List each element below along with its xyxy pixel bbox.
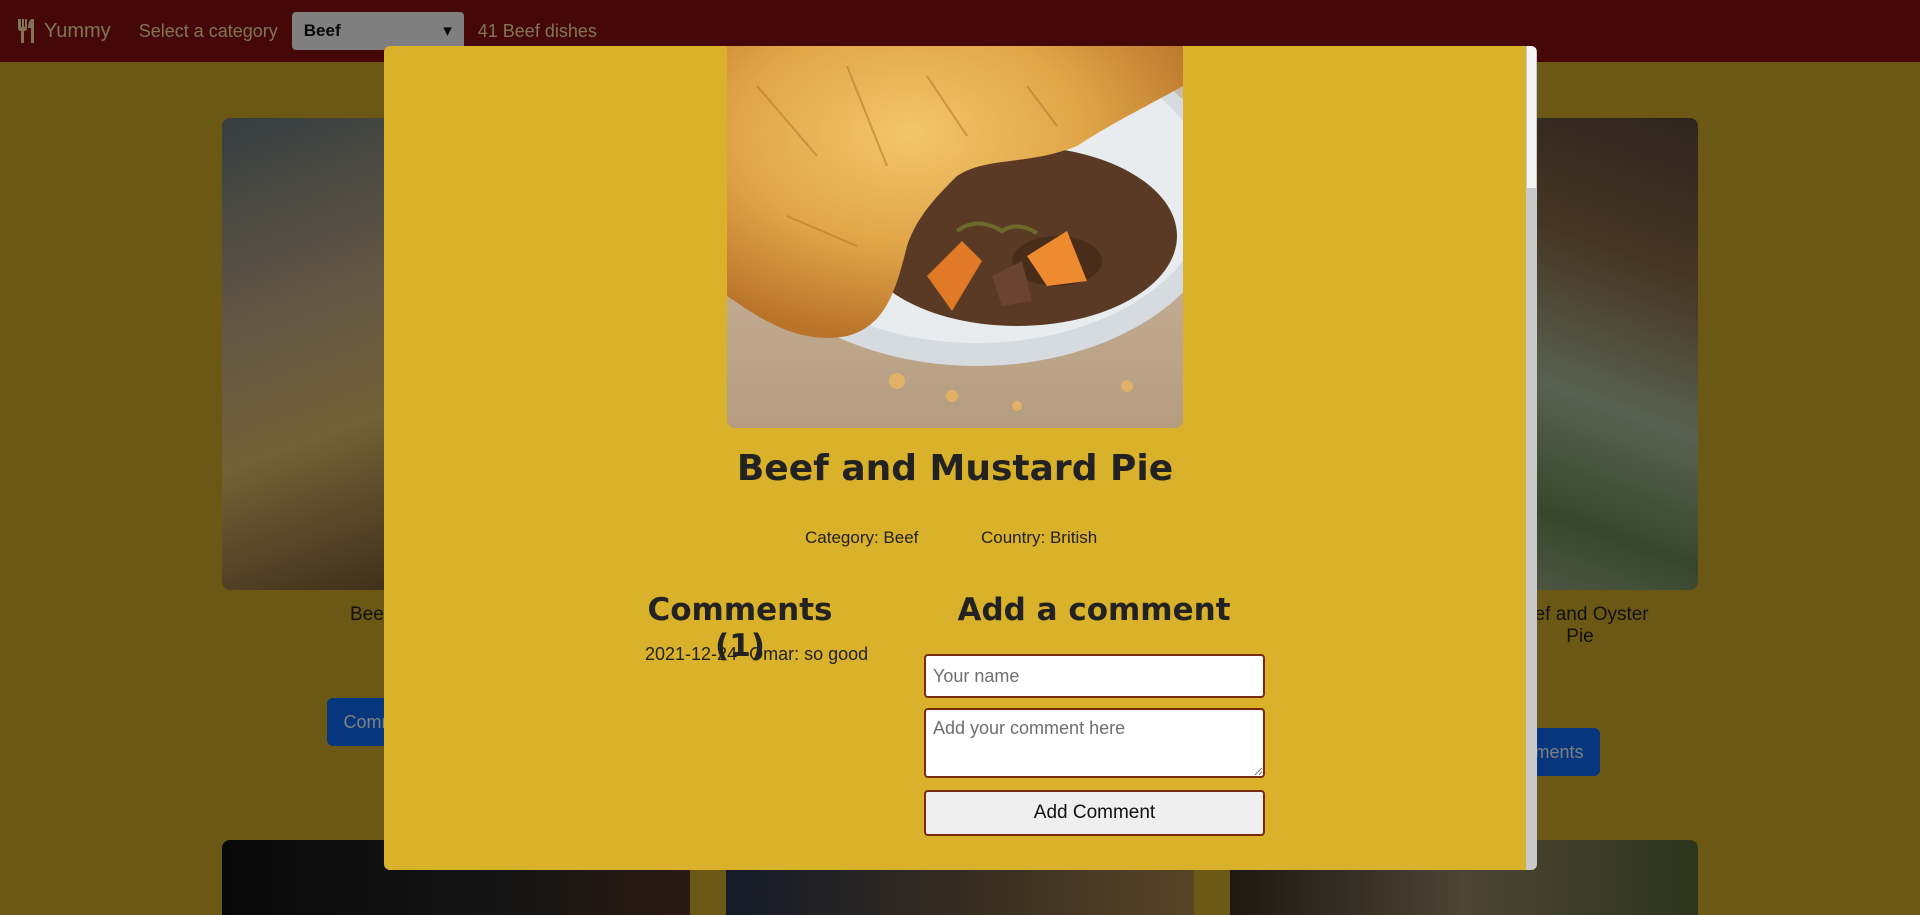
add-comment-button[interactable]: Add Comment: [924, 790, 1265, 836]
meal-title: Beef and Mustard Pie: [736, 448, 1174, 489]
comment-date: 2021-12-24: [645, 644, 738, 664]
comment-text: Omar: so good: [749, 644, 869, 664]
meal-country: Country: British: [981, 528, 1098, 547]
scrollbar-thumb[interactable]: [1527, 46, 1536, 188]
comment-textarea[interactable]: [924, 708, 1265, 778]
meal-category: Category: Beef: [805, 528, 919, 547]
comment-item: 2021-12-24 Omar: so good: [645, 644, 868, 665]
meal-image: [727, 46, 1183, 428]
add-comment-heading: Add a comment: [957, 592, 1231, 628]
name-input[interactable]: [924, 654, 1265, 698]
meal-details-modal: Beef and Mustard Pie Category: Beef Coun…: [384, 46, 1537, 870]
modal-scrollbar[interactable]: [1526, 46, 1537, 870]
